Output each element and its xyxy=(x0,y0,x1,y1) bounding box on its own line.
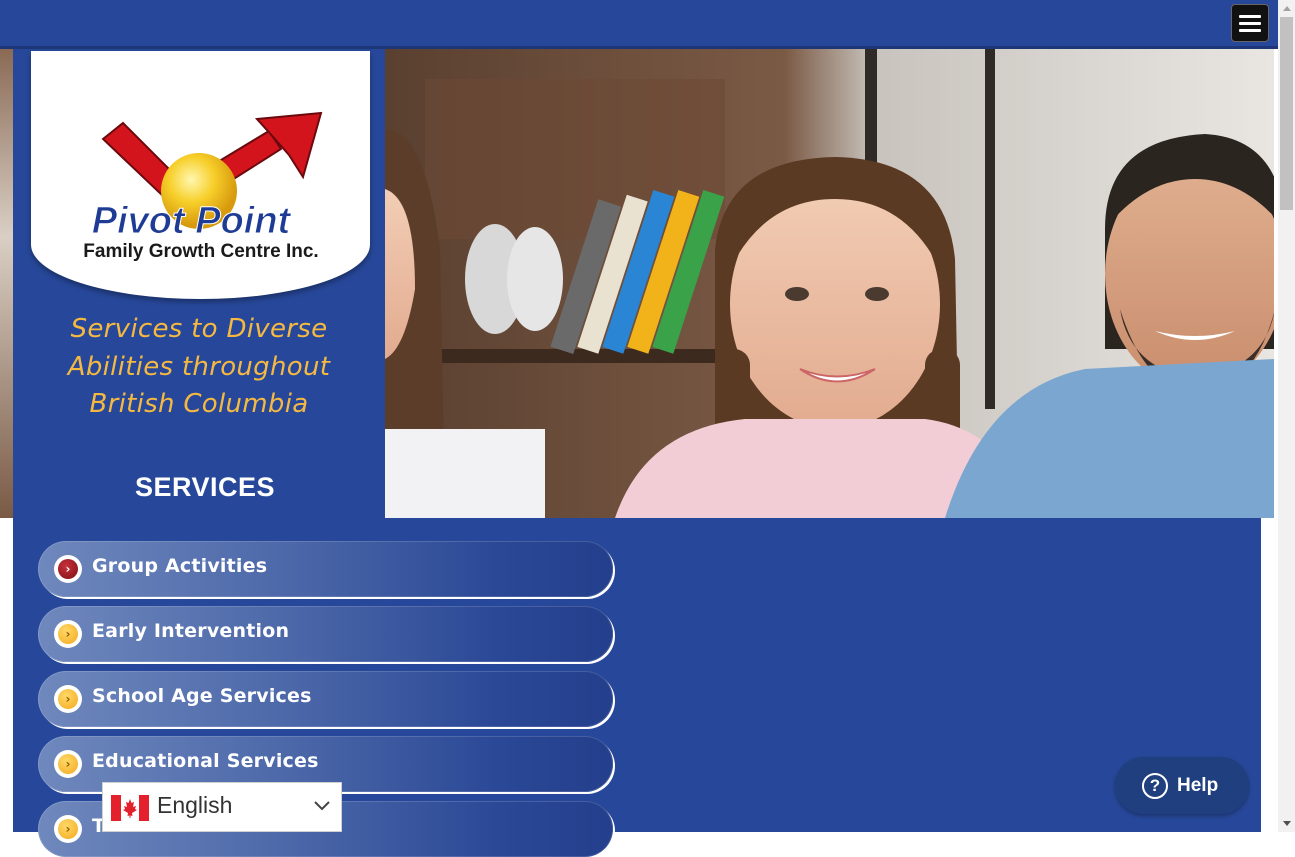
chevron-right-circle-icon: › xyxy=(54,685,82,713)
hero-left-edge-image xyxy=(0,49,14,518)
logo-brand-text: Pivot Point xyxy=(92,200,292,242)
chevron-right-circle-icon: › xyxy=(54,620,82,648)
scroll-down-arrow-icon[interactable] xyxy=(1278,815,1295,832)
language-selector[interactable]: English xyxy=(102,782,342,832)
pivot-point-logo-icon: Pivot Point Family Growth Centre Inc. xyxy=(83,111,323,262)
chevron-down-icon xyxy=(314,801,330,811)
chevron-right-circle-icon: › xyxy=(54,555,82,583)
help-label: Help xyxy=(1177,775,1219,796)
hero-brand-panel: Pivot Point Family Growth Centre Inc. Se… xyxy=(13,49,385,518)
language-selected-label: English xyxy=(157,792,233,818)
top-navigation-bar xyxy=(0,0,1278,49)
hamburger-menu-icon-line xyxy=(1239,28,1261,32)
hamburger-menu-button[interactable] xyxy=(1231,4,1269,42)
service-label: School Age Services xyxy=(92,685,312,707)
help-button[interactable]: ? Help xyxy=(1115,757,1249,814)
tagline-line: Services to Diverse xyxy=(70,314,328,344)
page-scrollbar[interactable] xyxy=(1278,0,1295,832)
service-button-school-age-services[interactable]: › School Age Services xyxy=(38,671,613,727)
canada-flag-icon xyxy=(111,795,149,821)
hamburger-menu-icon-line xyxy=(1239,14,1261,18)
chevron-right-circle-icon: › xyxy=(54,815,82,843)
site-logo[interactable]: Pivot Point Family Growth Centre Inc. xyxy=(31,51,370,299)
chevron-right-circle-icon: › xyxy=(54,750,82,778)
service-label: Early Intervention xyxy=(92,620,290,642)
hamburger-menu-icon-line xyxy=(1239,21,1261,25)
site-tagline: Services to Diverse Abilities throughout… xyxy=(13,311,385,424)
tagline-line: Abilities throughout xyxy=(67,351,331,382)
logo-subtitle-text: Family Growth Centre Inc. xyxy=(83,241,318,262)
scrollbar-thumb[interactable] xyxy=(1280,17,1293,210)
scroll-up-arrow-icon[interactable] xyxy=(1278,0,1295,17)
services-heading: SERVICES xyxy=(134,472,276,502)
service-label: Group Activities xyxy=(92,555,268,577)
hero-family-photo xyxy=(385,49,1274,518)
question-circle-icon: ? xyxy=(1142,773,1168,799)
service-label: Educational Services xyxy=(92,750,319,772)
service-button-early-intervention[interactable]: › Early Intervention xyxy=(38,606,613,662)
tagline-line: British Columbia xyxy=(89,389,309,419)
hero-banner: Pivot Point Family Growth Centre Inc. Se… xyxy=(0,49,1274,518)
service-button-group-activities[interactable]: › Group Activities xyxy=(38,541,613,597)
